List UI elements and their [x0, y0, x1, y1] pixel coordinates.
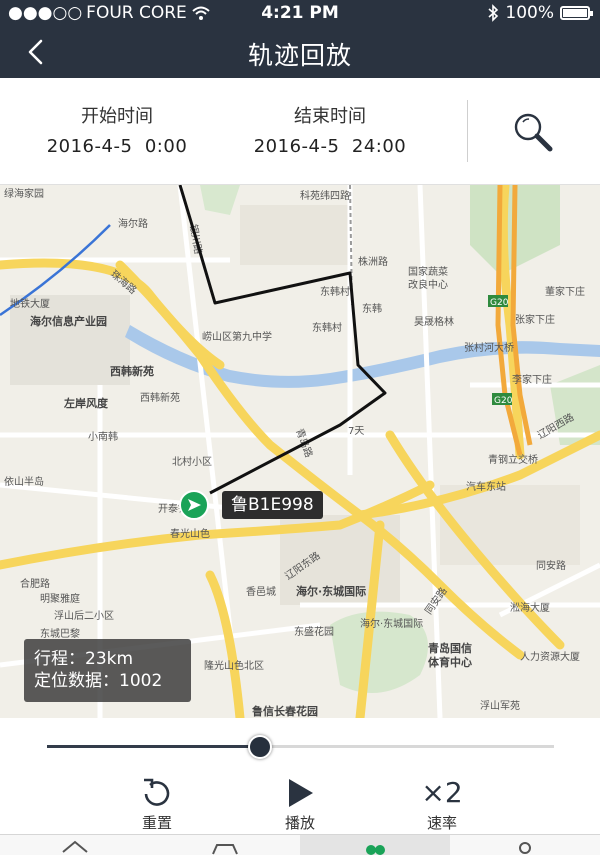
map-label: 海尔路	[118, 217, 148, 230]
start-time-picker[interactable]: 开始时间 2016-4-5 0:00	[44, 102, 190, 157]
end-time-value: 2016-4-5 24:00	[253, 136, 407, 157]
battery-percent: 100%	[505, 3, 554, 23]
map-label: 小南韩	[88, 430, 118, 443]
users-icon	[366, 845, 385, 855]
map-label: G20	[494, 396, 513, 406]
tab-bar	[0, 834, 600, 855]
map-label: 浮山后二小区	[54, 610, 114, 622]
end-time-label: 结束时间	[294, 106, 366, 127]
map-label: 同安路	[536, 559, 566, 572]
map-label: 北村小区	[172, 455, 212, 468]
map-label: 人力资源大厦	[520, 650, 580, 663]
map-label: 科苑纬四路	[300, 189, 350, 202]
tab-users[interactable]	[300, 835, 450, 855]
trip-stats-panel: 行程：23km 定位数据：1002	[24, 639, 191, 702]
map-label: 春光山色	[170, 527, 210, 540]
time-range-panel: 开始时间 2016-4-5 0:00 结束时间 2016-4-5 24:00	[0, 78, 600, 185]
map-label: 东韩	[362, 302, 382, 315]
map-label: 西韩新苑	[140, 391, 180, 404]
map-label: 崂山区第九中学	[202, 330, 272, 343]
map-label: G20	[490, 298, 509, 308]
trip-distance: 行程：23km	[34, 649, 134, 669]
map-label: 隆光山色北区	[204, 659, 264, 672]
map-label: 绿海家园	[4, 187, 44, 200]
speed-button[interactable]: ×2 速率	[397, 776, 487, 833]
map-label: 鲁信长春花园	[252, 704, 318, 718]
map-label: 东盛花园	[294, 625, 334, 638]
battery-icon	[560, 6, 593, 20]
speed-label: 速率	[426, 814, 457, 832]
playback-slider[interactable]	[0, 718, 600, 774]
map-label: 国家蔬菜	[408, 265, 448, 278]
start-time-label: 开始时间	[81, 106, 153, 127]
slider-progress	[47, 745, 260, 748]
battery-fill	[563, 9, 587, 17]
map-label: 株洲路	[358, 255, 388, 268]
page-title: 轨迹回放	[247, 41, 352, 70]
tab-profile[interactable]	[450, 835, 600, 855]
speed-value: ×2	[421, 776, 463, 809]
map-label: 张村河大桥	[464, 341, 514, 354]
map-label: 淞海大厦	[510, 601, 550, 614]
map-label: 改良中心	[408, 278, 448, 291]
map-label: 青岛国信	[428, 641, 472, 655]
slider-thumb[interactable]	[247, 735, 272, 759]
map-label: 明聚雅庭	[40, 592, 80, 605]
map-label: 西韩新苑	[110, 364, 154, 378]
user-icon	[519, 842, 531, 854]
home-icon	[62, 840, 88, 853]
map-label: 昊晟格林	[414, 315, 454, 328]
map-label: 汽车东站	[466, 480, 506, 493]
map-label: 海尔·东城国际	[296, 584, 366, 598]
vehicle-plate-label[interactable]: 鲁B1E998	[222, 491, 323, 519]
map-label: 浮山军苑	[480, 699, 520, 712]
status-right: 100%	[487, 3, 593, 23]
map-label: 董家下庄	[545, 285, 585, 298]
map-label: 地铁大厦	[10, 297, 50, 310]
tab-vehicle[interactable]	[150, 835, 300, 855]
bluetooth-icon	[488, 4, 499, 22]
play-button[interactable]: 播放	[255, 776, 345, 833]
play-label: 播放	[284, 814, 315, 832]
map-label: 左岸风度	[63, 396, 109, 410]
divider	[467, 100, 468, 162]
map-label: 香邑城	[246, 586, 276, 598]
tab-home[interactable]	[0, 835, 150, 855]
map-label: 海尔信息产业园	[30, 314, 107, 328]
nav-bar: 轨迹回放	[0, 26, 600, 78]
search-icon[interactable]	[510, 110, 556, 156]
start-time-value: 2016-4-5 0:00	[46, 136, 188, 157]
reset-button[interactable]: 重置	[112, 776, 202, 833]
vehicle-arrow-icon[interactable]	[179, 490, 209, 520]
map-label: 张家下庄	[515, 313, 555, 326]
reset-label: 重置	[141, 814, 172, 832]
map-label: 东韩村	[320, 285, 350, 298]
map-label: 李家下庄	[512, 373, 552, 386]
end-time-picker[interactable]: 结束时间 2016-4-5 24:00	[250, 102, 410, 157]
map-label: 合肥路	[20, 577, 50, 590]
map-label: 青钢立交桥	[488, 453, 538, 466]
map-label: 海尔·东城国际	[360, 617, 423, 630]
map-label: 体育中心	[428, 655, 472, 669]
map-label: 东韩村	[312, 321, 342, 334]
location-points: 定位数据：1002	[34, 671, 163, 691]
play-icon	[289, 779, 313, 807]
car-icon	[212, 844, 238, 855]
status-bar: ●●●○○ FOUR CORE 4:21 PM 100%	[0, 0, 600, 26]
map-label: 依山半岛	[4, 475, 44, 488]
playback-controls: 重置 播放 ×2 速率	[0, 774, 600, 834]
map-label: 7天	[348, 426, 364, 437]
reset-icon	[144, 778, 170, 806]
